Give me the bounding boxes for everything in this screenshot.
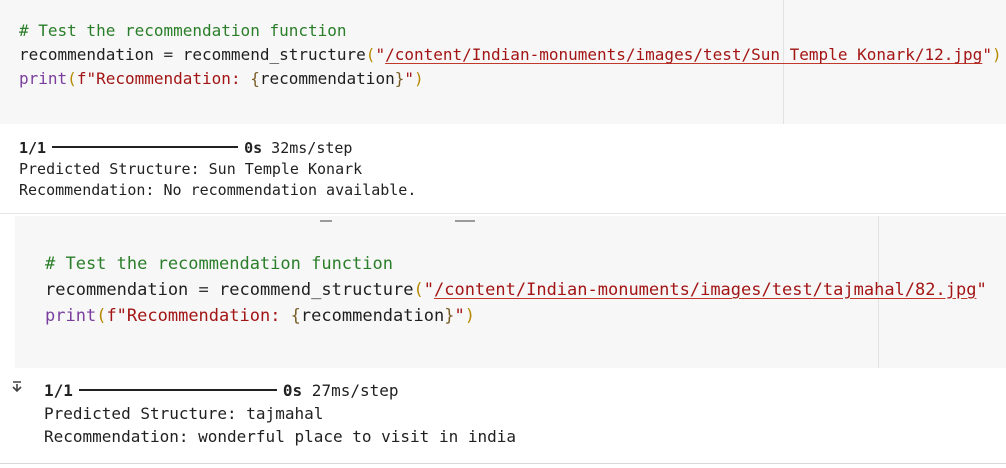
code-line-call: recommendation = recommend_structure("/c… (45, 280, 987, 300)
code-brace-open: { (250, 69, 260, 88)
code-brace-close: } (394, 69, 405, 88)
code-path-string: /content/Indian-monuments/images/test/ta… (433, 280, 977, 300)
code-line-print: print(f"Recommendation: {recommendation}… (45, 306, 475, 326)
code-quote: " (423, 280, 434, 300)
code-line-call: recommendation = recommend_structure("/c… (19, 45, 1002, 65)
code-paren-open: ( (96, 306, 107, 326)
code-fstring: f"Recommendation: (106, 306, 291, 326)
progress-bar (78, 389, 277, 391)
code-print-function: print (19, 69, 68, 88)
code-paren-open: ( (413, 280, 424, 300)
code-variable: recommendation (300, 306, 445, 326)
code-cell-2[interactable]: # Test the recommendation function recom… (15, 216, 1006, 368)
code-quote: " (375, 45, 386, 64)
predicted-structure-text: Predicted Structure: Sun Temple Konark (19, 160, 363, 178)
output-divider (0, 463, 1006, 464)
output-divider (0, 213, 1006, 214)
code-operator: = (188, 280, 220, 300)
code-operator: = (153, 45, 183, 64)
output-cell-1: 1/1 0s 32ms/step Predicted Structure: Sun… (0, 126, 1006, 214)
collapse-output-icon[interactable] (10, 380, 24, 400)
code-function: recommend_structure (182, 45, 366, 64)
code-quote: " (454, 306, 465, 326)
progress-line: 1/1 0s 27ms/step (44, 381, 399, 401)
output-cell-2: 1/1 0s 27ms/step Predicted Structure: taj… (0, 370, 1006, 462)
progress-count: 1/1 (44, 381, 73, 400)
code-paren-close: ) (991, 45, 1002, 64)
code-paren-close: ) (464, 306, 475, 326)
progress-bar (52, 146, 239, 148)
progress-count: 1/1 (19, 139, 47, 157)
code-brace-close: } (444, 306, 455, 326)
code-paren-open: ( (365, 45, 376, 64)
code-quote: " (976, 280, 987, 300)
code-paren-open: ( (67, 69, 77, 88)
progress-line: 1/1 0s 32ms/step (19, 138, 352, 158)
code-fstring: f"Recommendation: (76, 69, 251, 88)
code-line-print: print(f"Recommendation: {recommendation}… (19, 69, 424, 89)
code-quote: " (982, 45, 992, 64)
recommendation-text: Recommendation: wonderful place to visit… (44, 427, 517, 446)
code-variable: recommendation (45, 280, 189, 300)
code-variable: recommendation (259, 69, 395, 88)
step-time: 27ms/step (302, 381, 399, 400)
clipped-code-fragment (320, 220, 332, 222)
code-paren-close: ) (413, 69, 424, 88)
step-time: 32ms/step (262, 139, 353, 157)
elapsed-time: 0s (244, 139, 263, 157)
code-path-string: /content/Indian-monuments/images/test/Su… (385, 45, 983, 64)
code-comment: # Test the recommendation function (45, 254, 393, 274)
clipped-code-fragment (455, 220, 475, 222)
code-brace-open: { (290, 306, 301, 326)
elapsed-time: 0s (282, 381, 303, 400)
code-print-function: print (45, 306, 97, 326)
recommendation-text: Recommendation: No recommendation availa… (19, 181, 417, 199)
code-comment: # Test the recommendation function (19, 21, 347, 40)
code-function: recommend_structure (219, 280, 414, 300)
code-quote: " (404, 69, 414, 88)
code-variable: recommendation (19, 45, 154, 64)
predicted-structure-text: Predicted Structure: tajmahal (44, 404, 324, 423)
code-cell-1[interactable]: # Test the recommendation function recom… (0, 0, 1006, 124)
